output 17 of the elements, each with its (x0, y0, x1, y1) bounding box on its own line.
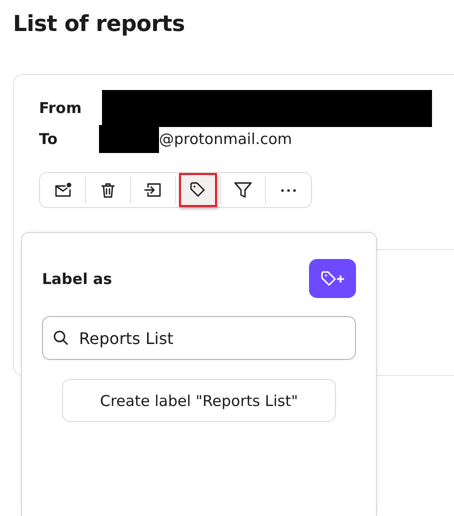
page-title: List of reports (12, 11, 186, 39)
more-icon (280, 188, 296, 192)
tag-icon (189, 181, 207, 199)
trash-icon (99, 181, 117, 199)
field-label: To (39, 130, 59, 148)
tag-plus-icon (320, 270, 346, 288)
field-label: From (39, 99, 83, 117)
search-icon (53, 330, 69, 346)
add-label-button[interactable] (309, 259, 356, 298)
create-label-button[interactable]: Create label "Reports List" (62, 379, 336, 422)
search-field[interactable]: Reports List (42, 316, 356, 360)
move-to-folder-icon (144, 181, 162, 199)
popup-title: Label as (42, 270, 112, 288)
toolbar-button[interactable] (179, 173, 217, 207)
filter-icon (234, 181, 252, 199)
email-address: @protonmail.com (159, 130, 292, 148)
envelope-icon (54, 181, 72, 199)
